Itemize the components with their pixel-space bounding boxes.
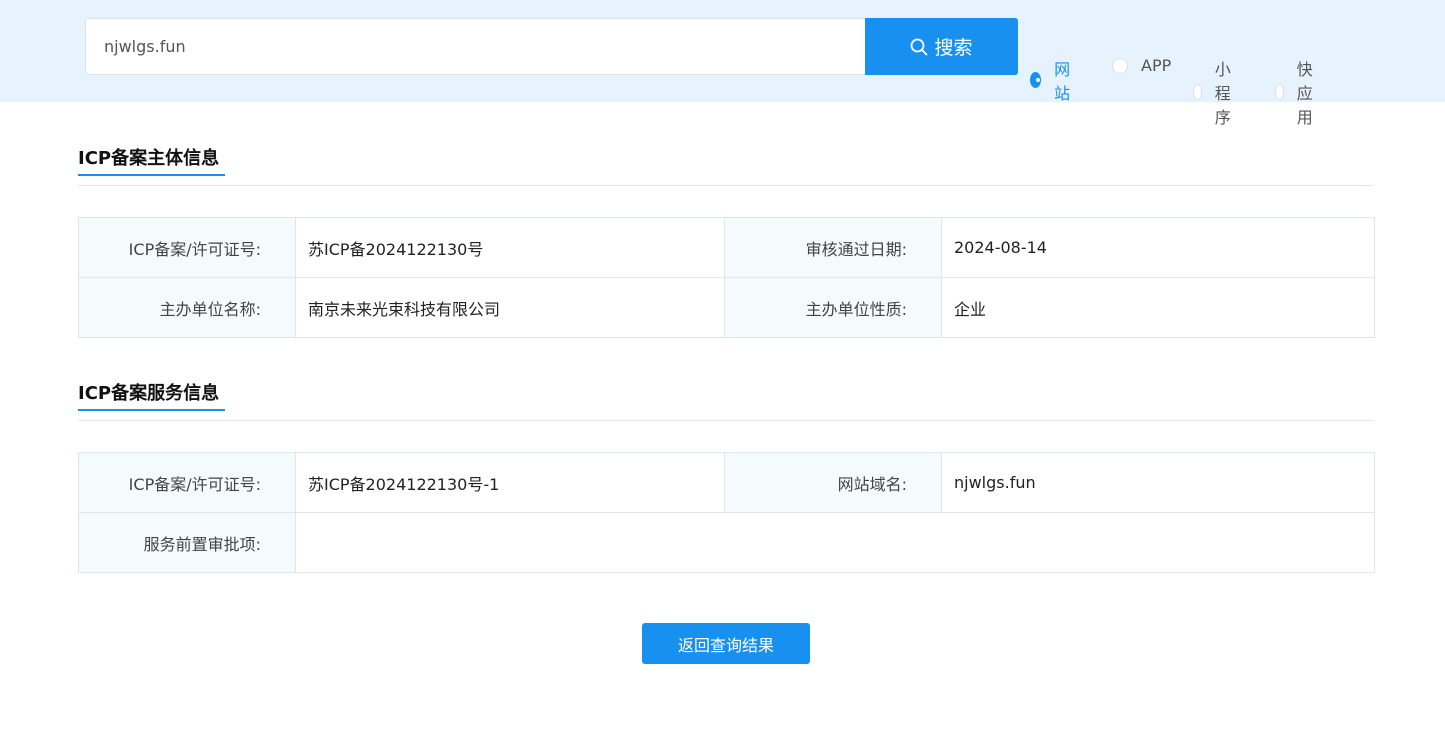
radio-quickapp[interactable]: 快应用 — [1275, 56, 1320, 128]
service-license-label: ICP备案/许可证号: — [78, 452, 296, 513]
service-info-table: ICP备案/许可证号: 苏ICP备2024122130号-1 网站域名: njw… — [78, 452, 1375, 573]
search-bar-area: 搜索 网站 APP 小程序 快应用 — [0, 0, 1445, 127]
section-underline — [78, 409, 225, 411]
back-to-results-button[interactable]: 返回查询结果 — [642, 623, 810, 664]
table-row: ICP备案/许可证号: 苏ICP备2024122130号 审核通过日期: 202… — [78, 217, 1375, 278]
service-license-value: 苏ICP备2024122130号-1 — [295, 452, 725, 513]
radio-miniprogram[interactable]: 小程序 — [1193, 56, 1238, 128]
pre-approval-value — [295, 512, 1375, 573]
service-section-title: ICP备案服务信息 — [78, 383, 220, 404]
license-number-label: ICP备案/许可证号: — [78, 217, 296, 278]
radio-checked-icon — [1030, 72, 1042, 88]
domain-label: 网站域名: — [724, 452, 942, 513]
organizer-name-value: 南京未来光束科技有限公司 — [295, 277, 725, 338]
search-button[interactable]: 搜索 — [865, 18, 1018, 75]
domain-value: njwlgs.fun — [941, 452, 1375, 513]
table-row: ICP备案/许可证号: 苏ICP备2024122130号-1 网站域名: njw… — [78, 452, 1375, 513]
section-divider — [78, 185, 1374, 186]
organizer-type-label: 主办单位性质: — [724, 277, 942, 338]
radio-unchecked-icon — [1193, 84, 1202, 100]
radio-app[interactable]: APP — [1112, 56, 1171, 75]
radio-unchecked-icon — [1275, 84, 1284, 100]
search-icon — [911, 38, 928, 55]
search-input[interactable] — [86, 19, 866, 74]
section-divider — [78, 420, 1374, 421]
license-number-value: 苏ICP备2024122130号 — [295, 217, 725, 278]
radio-unchecked-icon — [1112, 57, 1128, 74]
approval-date-value: 2024-08-14 — [941, 217, 1375, 278]
table-row: 主办单位名称: 南京未来光束科技有限公司 主办单位性质: 企业 — [78, 277, 1375, 338]
organizer-name-label: 主办单位名称: — [78, 277, 296, 338]
section-underline — [78, 174, 225, 176]
radio-label: 网站 — [1054, 60, 1071, 103]
radio-label: 小程序 — [1214, 60, 1231, 127]
pre-approval-label: 服务前置审批项: — [78, 512, 296, 573]
table-row: 服务前置审批项: — [78, 512, 1375, 573]
subject-info-table: ICP备案/许可证号: 苏ICP备2024122130号 审核通过日期: 202… — [78, 217, 1375, 338]
search-button-label: 搜索 — [934, 37, 973, 59]
search-box — [85, 18, 866, 75]
radio-label: APP — [1141, 56, 1172, 75]
organizer-type-value: 企业 — [941, 277, 1375, 338]
subject-section-title: ICP备案主体信息 — [78, 148, 220, 169]
approval-date-label: 审核通过日期: — [724, 217, 942, 278]
radio-website[interactable]: 网站 — [1030, 56, 1075, 104]
radio-label: 快应用 — [1296, 60, 1313, 127]
